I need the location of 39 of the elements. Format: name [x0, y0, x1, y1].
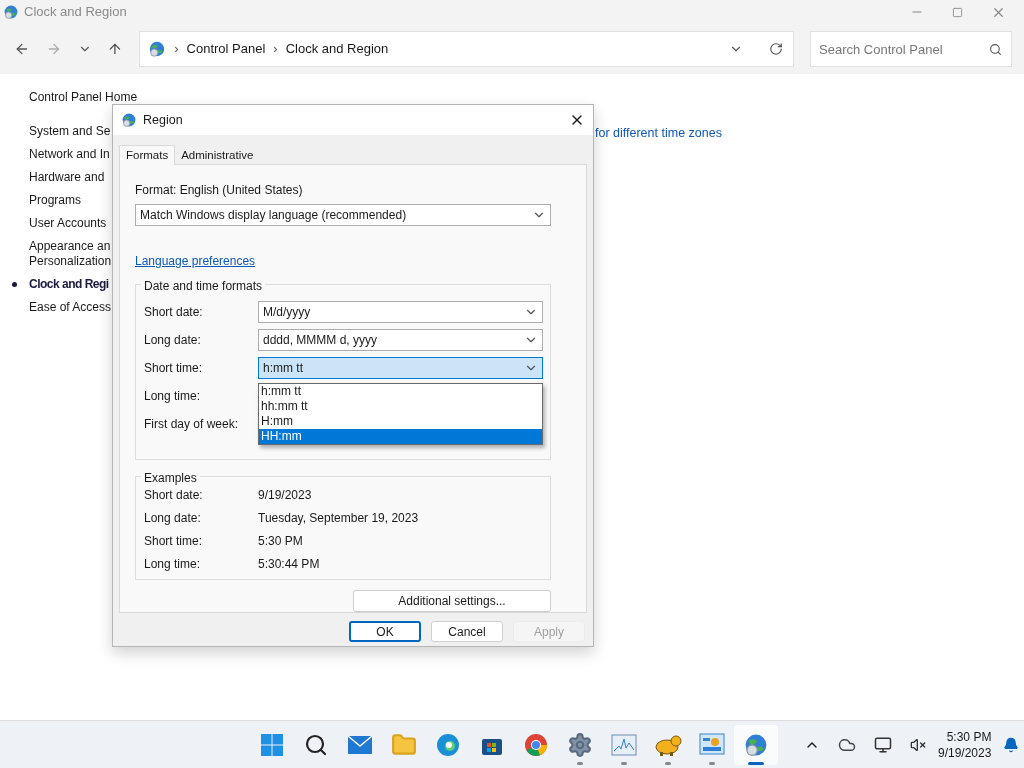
additional-settings-button[interactable]: Additional settings...: [353, 590, 551, 612]
example-label: Short date:: [144, 486, 204, 504]
sidebar-link[interactable]: Control Panel Home: [29, 91, 230, 104]
example-value: Tuesday, September 19, 2023: [258, 509, 419, 527]
breadcrumb[interactable]: Clock and Region: [285, 39, 389, 59]
example-label: Long time:: [144, 555, 202, 573]
format-label: Format: English (United States): [135, 182, 304, 199]
dropdown-option[interactable]: h:mm tt: [259, 384, 542, 399]
dropdown-option[interactable]: hh:mm tt: [259, 399, 542, 414]
breadcrumb[interactable]: Control Panel: [186, 39, 266, 59]
dialog-button[interactable]: OK: [349, 621, 421, 642]
dropdown-option[interactable]: HH:mm: [259, 429, 542, 444]
link[interactable]: for different time zones: [595, 126, 722, 140]
example-label: Long date:: [144, 509, 202, 527]
language-preferences-link[interactable]: Language preferences: [135, 252, 571, 270]
example-label: Short time:: [144, 532, 204, 550]
field-label: Short date:: [144, 304, 204, 321]
field-label: Long date:: [144, 332, 202, 349]
window-title: Clock and Region: [24, 3, 127, 22]
clock-date[interactable]: 9/19/2023: [938, 744, 992, 761]
example-value: 5:30:44 PM: [258, 555, 320, 573]
field-label: First day of week:: [144, 416, 240, 433]
breadcrumb-separator: ›: [273, 40, 278, 59]
example-value: 5:30 PM: [258, 532, 303, 550]
dropdown-option[interactable]: H:mm: [259, 414, 542, 429]
clock-time[interactable]: 5:30 PM: [946, 728, 992, 745]
dialog-button[interactable]: Cancel: [431, 621, 503, 642]
address-bar[interactable]: › Control Panel › Clock and Region: [139, 31, 794, 67]
format-dropdown[interactable]: dddd, MMMM d, yyyy: [258, 329, 543, 351]
search-field[interactable]: Search Control Panel: [810, 31, 1012, 67]
format-dropdown[interactable]: h:mm tt: [258, 357, 543, 379]
format-dropdown[interactable]: Match Windows display language (recommended): [135, 204, 551, 226]
field-label: Long time:: [144, 388, 202, 405]
tab[interactable]: Formats: [119, 145, 176, 165]
field-label: Short time:: [144, 360, 204, 377]
dialog-title: Region: [143, 111, 183, 129]
example-value: 9/19/2023: [258, 486, 312, 504]
breadcrumb-separator: ›: [174, 40, 179, 59]
format-dropdown[interactable]: M/d/yyyy: [258, 301, 543, 323]
